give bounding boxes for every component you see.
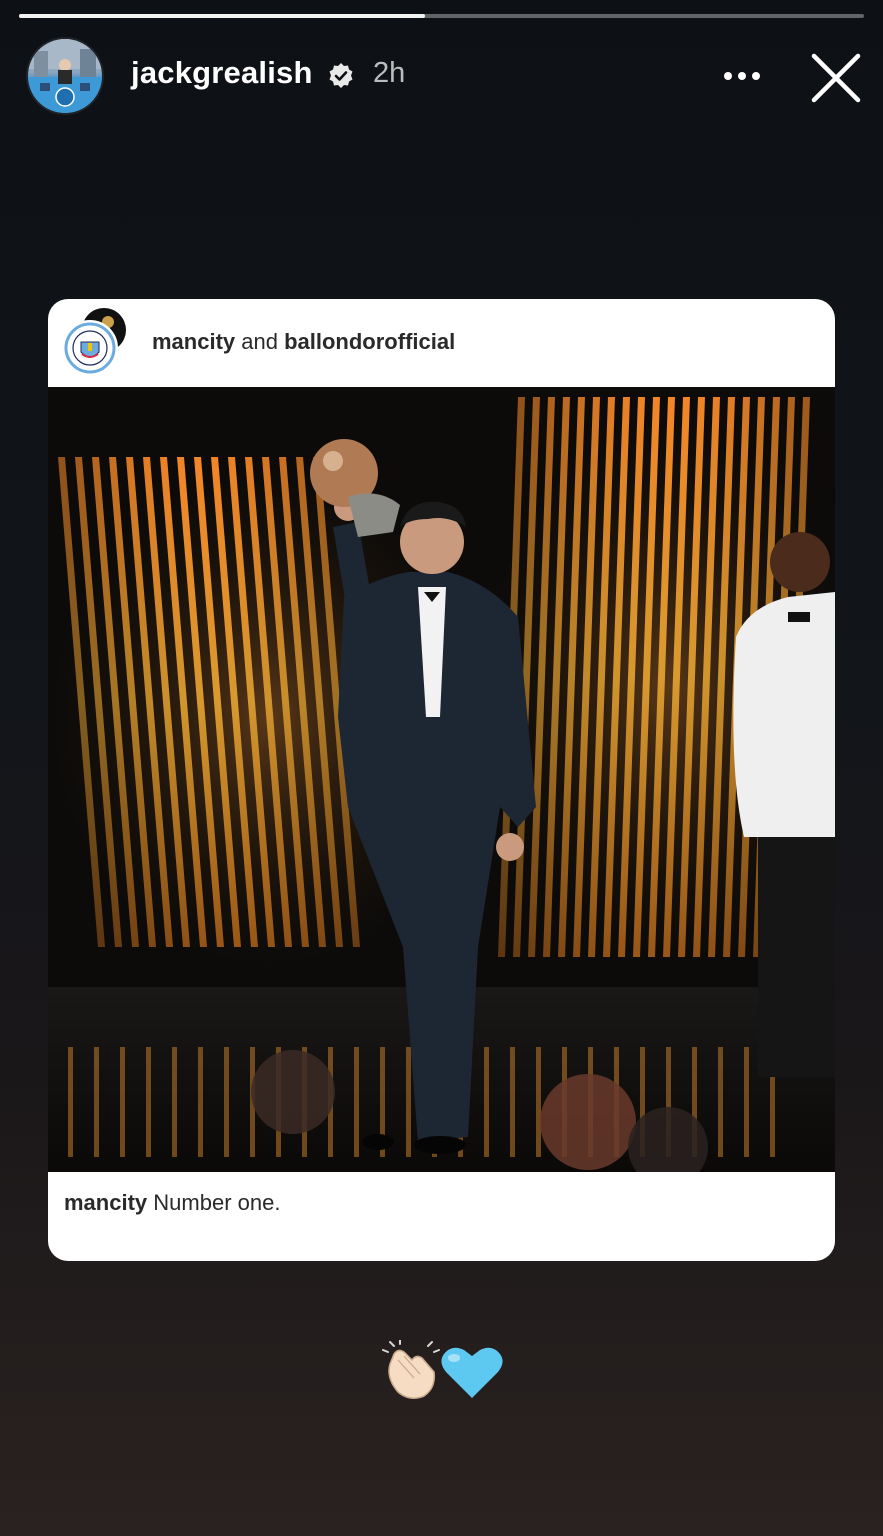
floor-reflection-stripe (744, 1047, 749, 1157)
floor-reflection-stripe (172, 1047, 177, 1157)
close-icon[interactable] (808, 50, 864, 106)
floor-reflection-stripe (354, 1047, 359, 1157)
user-avatar[interactable] (28, 39, 102, 113)
floor-reflection-stripe (484, 1047, 489, 1157)
author-ballondorofficial[interactable]: ballondorofficial (284, 329, 455, 354)
story-timestamp: 2h (373, 57, 406, 89)
floor-reflection-stripe (718, 1047, 723, 1157)
authors-joiner: and (235, 329, 285, 354)
mancity-avatar (62, 320, 118, 376)
mancity-crest-icon (64, 322, 116, 374)
floor-reflection-stripe (68, 1047, 73, 1157)
caption-username[interactable]: mancity (64, 1190, 147, 1215)
story-progress-bar (19, 14, 864, 18)
ballon-dor-ceremony-photo (48, 387, 835, 1172)
story-username[interactable]: jackgrealish (131, 55, 313, 91)
floor-reflection-stripe (224, 1047, 229, 1157)
floor-reflection-stripe (120, 1047, 125, 1157)
floor-reflection-stripe (146, 1047, 151, 1157)
shared-post-card[interactable]: mancity and ballondorofficial mancity Nu… (48, 299, 835, 1261)
author-mancity[interactable]: mancity (152, 329, 235, 354)
shared-post-header: mancity and ballondorofficial (48, 299, 835, 387)
story-progress-fill (19, 14, 425, 18)
shared-post-caption: mancity Number one. (64, 1190, 280, 1216)
caption-text: Number one. (147, 1190, 281, 1215)
floor-reflection-stripe (536, 1047, 541, 1157)
more-horizontal-icon[interactable] (720, 62, 764, 90)
floor-reflection-stripe (94, 1047, 99, 1157)
floor-reflection-stripe (198, 1047, 203, 1157)
avatar-photo (28, 39, 102, 113)
verified-badge-icon (329, 63, 353, 88)
floor-reflection-stripe (406, 1047, 411, 1157)
story-stickers (382, 1340, 503, 1399)
light-blue-heart-emoji (441, 1347, 503, 1398)
clapping-hands-emoji (382, 1340, 440, 1399)
shared-post-photo[interactable] (48, 387, 835, 1172)
floor-reflection-stripe (510, 1047, 515, 1157)
shared-post-authors[interactable]: mancity and ballondorofficial (152, 329, 455, 355)
